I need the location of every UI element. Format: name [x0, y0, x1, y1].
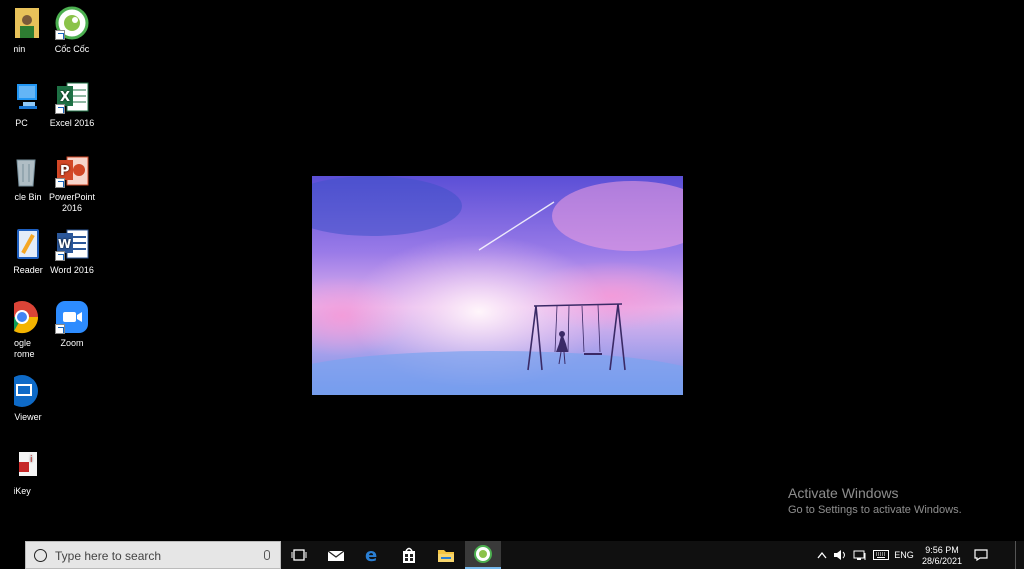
- shortcut-arrow-icon: [55, 324, 65, 334]
- word-icon: W: [55, 227, 89, 261]
- notification-center-icon[interactable]: [971, 541, 991, 569]
- desktop-icon-excel[interactable]: X Excel 2016: [40, 80, 104, 129]
- desktop-icon-label: iKey: [13, 486, 31, 496]
- svg-text:P: P: [60, 164, 70, 179]
- task-view-icon[interactable]: [281, 541, 317, 569]
- clock-date: 28/6/2021: [921, 556, 963, 566]
- desktop-icon-label: PowerPoint 2016: [48, 192, 96, 213]
- shortcut-arrow-icon: [55, 104, 65, 114]
- desktop-icon-label: Word 2016: [50, 265, 94, 275]
- desktop-icon-coccoc[interactable]: Cốc Cốc: [40, 6, 104, 55]
- powerpoint-icon: P: [55, 154, 89, 188]
- file-explorer-icon[interactable]: [428, 541, 464, 569]
- svg-text:X: X: [60, 90, 70, 105]
- edge-icon[interactable]: e: [355, 541, 391, 569]
- svg-text:i: i: [30, 455, 33, 465]
- desktop-icon-label: Reader: [13, 265, 43, 275]
- activate-windows-subtitle: Go to Settings to activate Windows.: [788, 504, 962, 516]
- coccoc-icon[interactable]: [465, 541, 501, 569]
- activate-windows-title: Activate Windows: [788, 485, 899, 501]
- desktop-icon-zoom[interactable]: Zoom: [40, 300, 104, 349]
- screen-edge-mask: [0, 0, 14, 569]
- excel-icon: X: [55, 80, 89, 114]
- coccoc-browser-icon: [55, 6, 89, 40]
- desktop-icon-label: Excel 2016: [49, 118, 95, 128]
- svg-text:W: W: [58, 237, 71, 251]
- language-indicator[interactable]: ENG: [892, 541, 916, 569]
- svg-text:e: e: [365, 546, 377, 564]
- desktop-icon-label: Zoom: [60, 338, 84, 348]
- volume-icon[interactable]: [831, 541, 849, 569]
- shortcut-arrow-icon: [55, 30, 65, 40]
- clock-time: 9:56 PM: [925, 545, 959, 555]
- desktop-icon-label: Cốc Cốc: [54, 44, 90, 54]
- mail-icon[interactable]: [318, 541, 354, 569]
- show-desktop-button[interactable]: [1015, 541, 1024, 569]
- activate-windows-watermark: Activate Windows Go to Settings to activ…: [788, 484, 962, 517]
- microphone-icon[interactable]: [264, 550, 270, 560]
- taskbar: Type here to search e ENG 9:56 PM 28/6/2…: [25, 541, 1024, 569]
- taskbar-search-box[interactable]: Type here to search: [25, 541, 281, 569]
- cortana-icon: [34, 549, 47, 562]
- desktop-icon-label: Viewer: [14, 412, 42, 422]
- desktop-icon-label: cle Bin: [14, 192, 42, 202]
- wallpaper-image: [312, 176, 683, 395]
- network-icon[interactable]: [851, 541, 869, 569]
- taskbar-clock[interactable]: 9:56 PM 28/6/2021: [915, 545, 969, 567]
- shortcut-arrow-icon: [55, 178, 65, 188]
- desktop-icon-word[interactable]: W Word 2016: [40, 227, 104, 276]
- search-placeholder: Type here to search: [55, 549, 162, 563]
- shortcut-arrow-icon: [55, 251, 65, 261]
- store-icon[interactable]: [391, 541, 427, 569]
- desktop-icon-powerpoint[interactable]: P PowerPoint 2016: [40, 154, 104, 214]
- show-hidden-icons-chevron-up-icon[interactable]: [815, 541, 829, 569]
- zoom-icon: [55, 300, 89, 334]
- keyboard-icon[interactable]: [871, 541, 891, 569]
